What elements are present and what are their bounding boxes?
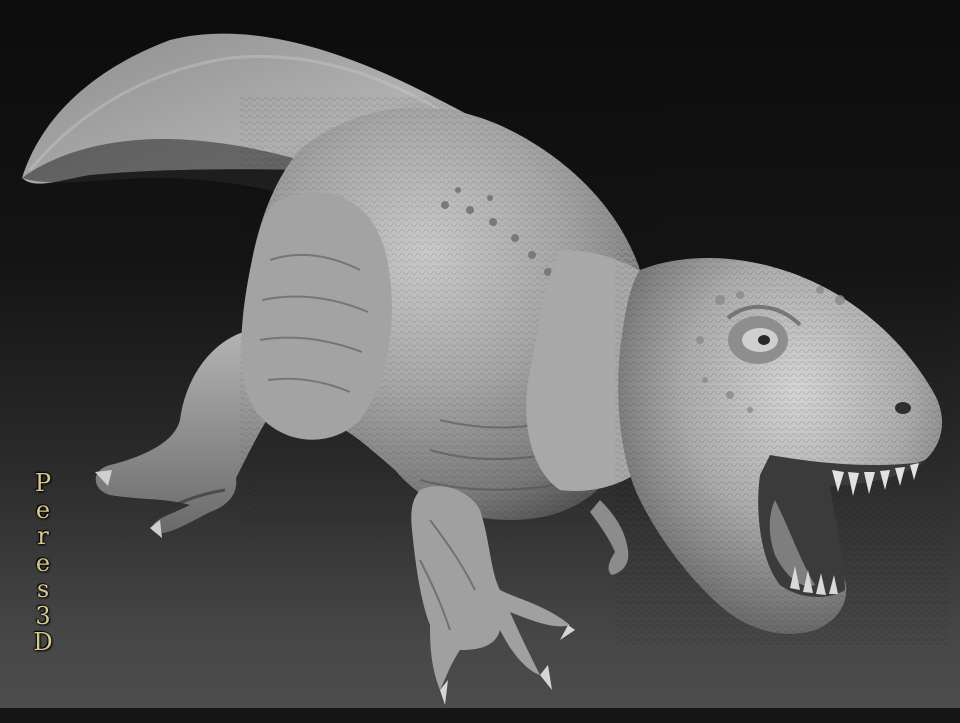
watermark-char: 3 bbox=[35, 601, 51, 630]
watermark-char: D bbox=[33, 628, 53, 656]
watermark-char: s bbox=[36, 575, 50, 603]
nostril bbox=[895, 402, 911, 414]
near-thigh bbox=[241, 192, 392, 440]
watermark-char: P bbox=[34, 469, 52, 497]
watermark-char: e bbox=[35, 495, 51, 524]
bottom-strip bbox=[0, 708, 960, 723]
watermark-char: r bbox=[37, 522, 49, 550]
watermark-char: e bbox=[35, 548, 51, 577]
t-rex-sculpt-image bbox=[22, 33, 950, 705]
watermark-text: P e r e s 3 D bbox=[27, 470, 59, 656]
render-viewport: P e r e s 3 D bbox=[0, 0, 960, 723]
